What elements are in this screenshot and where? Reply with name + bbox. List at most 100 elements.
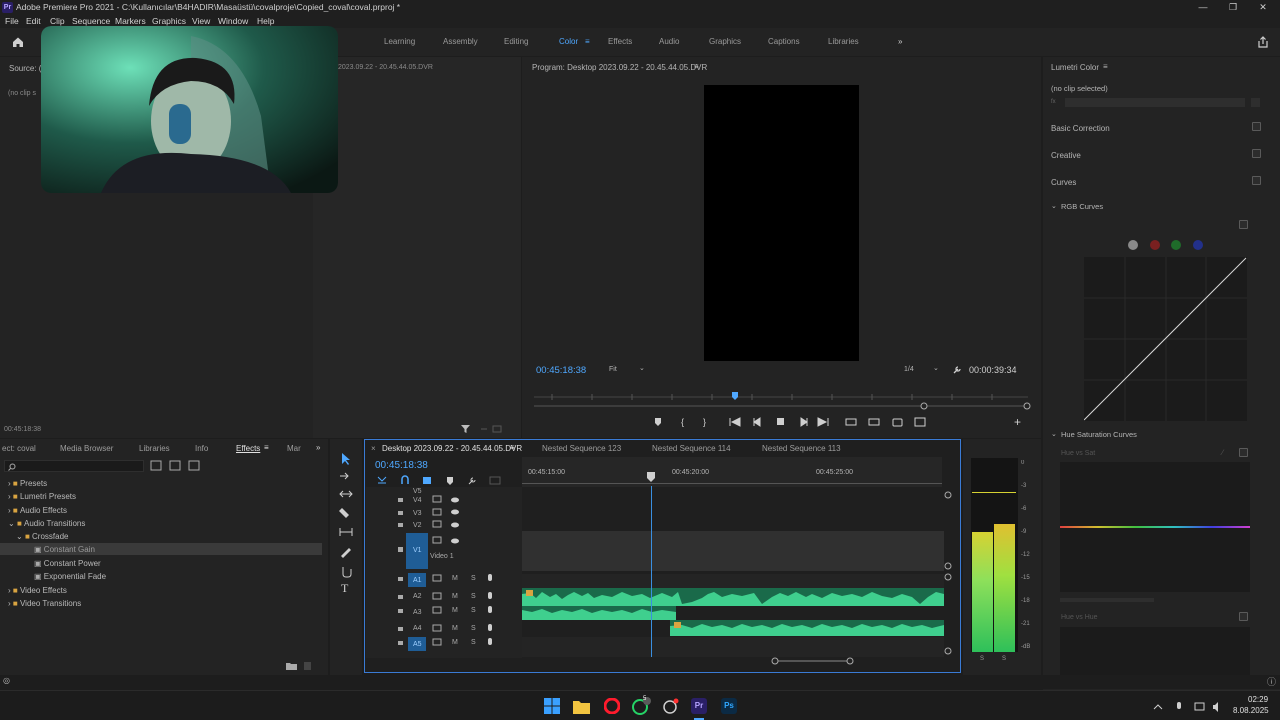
clock-date[interactable]: 8.08.2025 [1233, 706, 1269, 715]
curves-header[interactable]: Curves [1051, 178, 1076, 187]
menu-clip[interactable]: Clip [50, 16, 65, 26]
premiere-taskbar-icon[interactable]: Pr [691, 698, 707, 714]
button-editor-icon[interactable]: + [1014, 415, 1021, 429]
more-workspaces-icon[interactable]: » [898, 37, 902, 46]
fx-clip-field[interactable] [1065, 98, 1245, 107]
lock-v1-icon[interactable] [398, 547, 404, 553]
workspace-graphics[interactable]: Graphics [709, 37, 741, 46]
audio-track-controls[interactable] [394, 572, 496, 658]
media-app-icon[interactable] [662, 698, 680, 714]
timeline-scroll-handles[interactable] [522, 490, 954, 666]
workspace-effects[interactable]: Effects [608, 37, 632, 46]
close-icon[interactable]: ✕ [1248, 0, 1278, 15]
menu-file[interactable]: File [5, 16, 19, 26]
workspace-learning[interactable]: Learning [384, 37, 415, 46]
workspace-captions[interactable]: Captions [768, 37, 800, 46]
whatsapp-icon[interactable] [632, 697, 652, 715]
tab-media-browser[interactable]: Media Browser [60, 444, 113, 453]
menu-window[interactable]: Window [218, 16, 248, 26]
restore-icon[interactable]: ❐ [1218, 0, 1248, 15]
track-v1-label[interactable]: V1 [413, 547, 422, 554]
lumetri-title[interactable]: Lumetri Color [1051, 63, 1099, 72]
sequence-menu-icon[interactable]: ≡ [510, 443, 515, 452]
tree-item-audio-transitions[interactable]: ⌄ ■ Audio Transitions [8, 519, 85, 528]
resolution-chevron-icon[interactable]: ⌄ [933, 364, 939, 372]
creative-header[interactable]: Creative [1051, 151, 1081, 160]
rgb-curves-chevron-icon[interactable]: ⌄ [1051, 202, 1057, 210]
more-tabs-icon[interactable]: » [316, 443, 320, 452]
timeline-ruler[interactable]: 00:45:15:00 00:45:20:00 00:45:25:00 [522, 457, 942, 487]
rgb-curve-graph[interactable] [1084, 257, 1247, 421]
effects-footer-icons[interactable] [285, 661, 313, 671]
menu-graphics[interactable]: Graphics [152, 16, 186, 26]
file-explorer-icon[interactable] [573, 698, 590, 714]
hue-vs-hue-checkbox[interactable] [1239, 612, 1248, 621]
effects-menu-icon[interactable]: ≡ [264, 443, 269, 452]
menu-sequence[interactable]: Sequence [72, 16, 110, 26]
resolution-dropdown[interactable]: 1/4 [904, 366, 914, 373]
hue-vs-sat-checkbox[interactable] [1239, 448, 1248, 457]
tab-nested-sequence-113[interactable]: Nested Sequence 113 [762, 444, 841, 453]
menu-markers[interactable]: Markers [115, 16, 146, 26]
info-icon[interactable]: ⓘ [1267, 675, 1276, 688]
menu-view[interactable]: View [192, 16, 210, 26]
close-sequence-icon[interactable]: × [371, 444, 376, 453]
hue-sat-scrollbar[interactable] [1060, 598, 1154, 602]
tab-info[interactable]: Info [195, 444, 208, 453]
tab-markers[interactable]: Mar [287, 444, 301, 453]
program-timecode[interactable]: 00:45:18:38 [536, 365, 586, 376]
tree-item-constant-gain[interactable]: ▣ Constant Gain [34, 545, 95, 554]
tree-item-audio-effects[interactable]: › ■ Audio Effects [8, 506, 67, 515]
photoshop-taskbar-icon[interactable]: Ps [721, 698, 737, 714]
timeline-timecode[interactable]: 00:45:18:38 [375, 460, 428, 471]
reset-icon[interactable] [1251, 98, 1260, 107]
tree-item-lumetri-presets[interactable]: › ■ Lumetri Presets [8, 492, 76, 501]
curves-checkbox[interactable] [1252, 176, 1261, 185]
tool-icons[interactable]: T [339, 452, 353, 592]
home-icon[interactable] [12, 36, 24, 48]
program-menu-icon[interactable]: ≡ [694, 62, 699, 71]
tree-item-video-effects[interactable]: › ■ Video Effects [8, 586, 67, 595]
tree-item-presets[interactable]: › ■ Presets [8, 479, 47, 488]
minimize-icon[interactable]: — [1188, 0, 1218, 15]
workspace-color[interactable]: Color [559, 37, 578, 46]
workspace-editing[interactable]: Editing [504, 37, 528, 46]
opera-icon[interactable] [604, 698, 620, 714]
eyedropper-icon[interactable]: ∕ [1222, 448, 1231, 457]
meter-solo-left[interactable]: S [980, 656, 984, 662]
program-scrub-bar[interactable] [532, 387, 1032, 412]
meter-solo-right[interactable]: S [1002, 656, 1006, 662]
share-icon[interactable] [1257, 36, 1269, 48]
windows-start-icon[interactable] [544, 698, 560, 714]
tree-item-crossfade[interactable]: ⌄ ■ Crossfade [16, 532, 68, 541]
tab-effects[interactable]: Effects [236, 444, 260, 453]
transport-controls[interactable]: { } [650, 415, 940, 429]
hue-vs-sat-graph[interactable] [1060, 462, 1250, 592]
tab-libraries[interactable]: Libraries [139, 444, 170, 453]
basic-correction-checkbox[interactable] [1252, 122, 1261, 131]
workspace-audio[interactable]: Audio [659, 37, 679, 46]
creative-checkbox[interactable] [1252, 149, 1261, 158]
tab-nested-sequence-114[interactable]: Nested Sequence 114 [652, 444, 731, 453]
clock-time[interactable]: 02:29 [1248, 695, 1268, 704]
effects-filter-icons[interactable] [150, 460, 202, 471]
menu-edit[interactable]: Edit [26, 16, 41, 26]
hue-sat-chevron-icon[interactable]: ⌄ [1051, 430, 1057, 438]
tree-item-constant-power[interactable]: ▣ Constant Power [34, 559, 101, 568]
basic-correction-header[interactable]: Basic Correction [1051, 124, 1110, 133]
workspace-menu-icon[interactable]: ≡ [585, 37, 590, 46]
effects-search-input[interactable] [4, 460, 144, 472]
workspace-assembly[interactable]: Assembly [443, 37, 478, 46]
tree-item-exponential-fade[interactable]: ▣ Exponential Fade [34, 572, 106, 581]
fit-dropdown[interactable]: Fit [609, 366, 617, 373]
curve-channel-selectors[interactable] [1125, 239, 1205, 251]
rgb-curves-checkbox[interactable] [1239, 220, 1248, 229]
hue-sat-curves-header[interactable]: Hue Saturation Curves [1061, 430, 1137, 439]
wrench-icon[interactable] [952, 365, 962, 375]
tab-project[interactable]: ect: coval [2, 444, 36, 453]
tab-sequence-desktop[interactable]: Desktop 2023.09.22 - 20.45.44.05.DVR [382, 444, 522, 453]
fit-chevron-icon[interactable]: ⌄ [639, 364, 645, 372]
workspace-libraries[interactable]: Libraries [828, 37, 859, 46]
timeline-playhead-icon[interactable] [646, 471, 658, 485]
tree-item-video-transitions[interactable]: › ■ Video Transitions [8, 599, 81, 608]
